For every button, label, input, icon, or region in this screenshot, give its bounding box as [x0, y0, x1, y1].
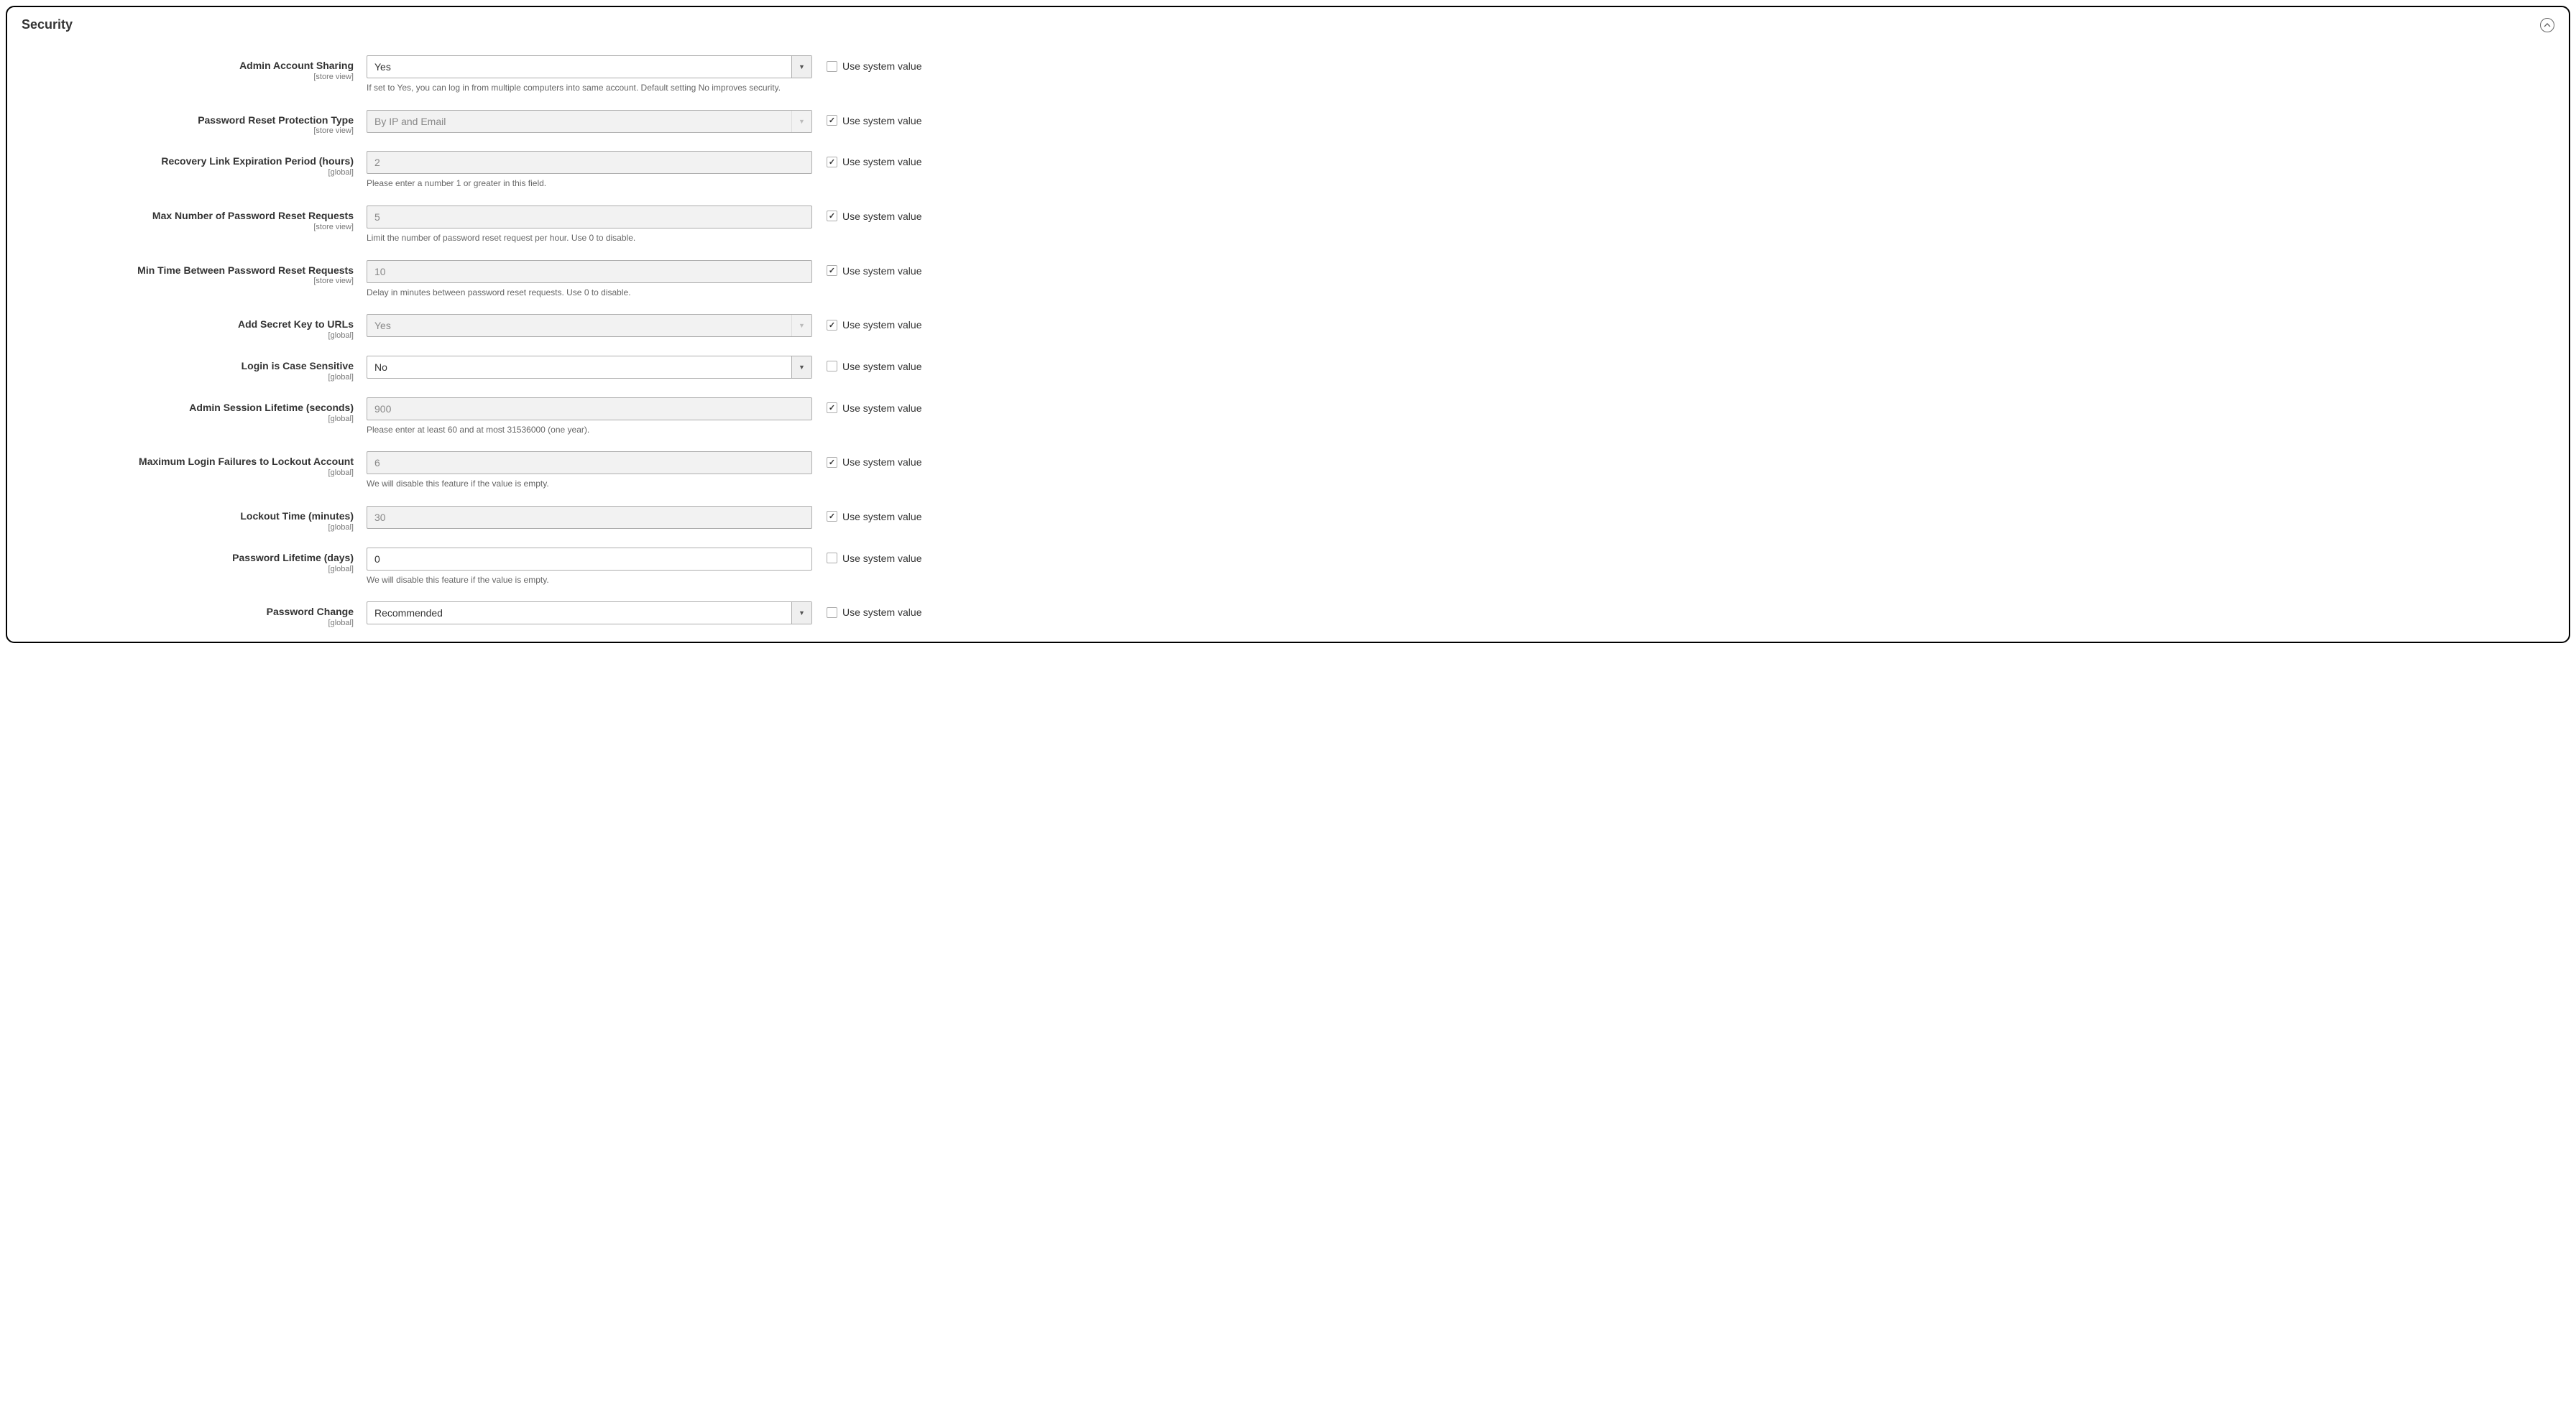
use-system-value-label: Use system value — [842, 156, 921, 167]
use-system-value-label: Use system value — [842, 115, 921, 126]
min-time-between-pw-reset-input: 10 — [367, 260, 812, 283]
use-system-value-checkbox[interactable] — [827, 457, 837, 468]
admin-account-sharing-select[interactable]: Yes ▼ — [367, 55, 812, 78]
row-min-time-between-pw-reset: Min Time Between Password Reset Requests… — [22, 260, 2554, 299]
use-system-value-checkbox[interactable] — [827, 511, 837, 522]
field-scope: [global] — [22, 523, 354, 532]
help-text: We will disable this feature if the valu… — [367, 479, 812, 490]
field-scope: [global] — [22, 565, 354, 573]
field-scope: [global] — [22, 331, 354, 340]
field-label: Add Secret Key to URLs — [22, 318, 354, 331]
field-label: Admin Account Sharing — [22, 60, 354, 72]
help-text: Please enter at least 60 and at most 315… — [367, 425, 812, 436]
field-scope: [store view] — [22, 126, 354, 135]
field-scope: [store view] — [22, 223, 354, 231]
lockout-time-input: 30 — [367, 506, 812, 529]
row-pw-reset-protection: Password Reset Protection Type [store vi… — [22, 110, 2554, 136]
help-text: Delay in minutes between password reset … — [367, 287, 812, 299]
row-password-change: Password Change [global] Recommended ▼ U… — [22, 601, 2554, 627]
recovery-link-exp-input: 2 — [367, 151, 812, 174]
row-lockout-time: Lockout Time (minutes) [global] 30 Use s… — [22, 506, 2554, 532]
use-system-value-checkbox[interactable] — [827, 211, 837, 221]
use-system-value-checkbox[interactable] — [827, 157, 837, 167]
field-scope: [global] — [22, 468, 354, 477]
field-scope: [global] — [22, 168, 354, 177]
max-pw-reset-requests-input: 5 — [367, 206, 812, 228]
field-scope: [global] — [22, 415, 354, 423]
row-login-case-sensitive: Login is Case Sensitive [global] No ▼ Us… — [22, 356, 2554, 382]
login-case-sensitive-select[interactable]: No ▼ — [367, 356, 812, 379]
chevron-down-icon: ▼ — [791, 602, 811, 624]
field-label: Login is Case Sensitive — [22, 360, 354, 372]
pw-reset-protection-select: By IP and Email ▼ — [367, 110, 812, 133]
add-secret-key-select: Yes ▼ — [367, 314, 812, 337]
panel-title: Security — [22, 17, 73, 32]
use-system-value-checkbox[interactable] — [827, 320, 837, 331]
row-admin-account-sharing: Admin Account Sharing [store view] Yes ▼… — [22, 55, 2554, 94]
field-label: Max Number of Password Reset Requests — [22, 210, 354, 222]
password-lifetime-input[interactable]: 0 — [367, 548, 812, 571]
chevron-down-icon: ▼ — [791, 56, 811, 78]
password-change-select[interactable]: Recommended ▼ — [367, 601, 812, 624]
use-system-value-checkbox[interactable] — [827, 61, 837, 72]
row-add-secret-key: Add Secret Key to URLs [global] Yes ▼ Us… — [22, 314, 2554, 340]
use-system-value-checkbox[interactable] — [827, 402, 837, 413]
field-scope: [global] — [22, 373, 354, 382]
use-system-value-label: Use system value — [842, 511, 921, 522]
use-system-value-checkbox[interactable] — [827, 265, 837, 276]
use-system-value-label: Use system value — [842, 402, 921, 414]
row-password-lifetime: Password Lifetime (days) [global] 0 We w… — [22, 548, 2554, 586]
field-label: Admin Session Lifetime (seconds) — [22, 402, 354, 414]
use-system-value-checkbox[interactable] — [827, 553, 837, 563]
field-label: Password Change — [22, 606, 354, 618]
help-text: Limit the number of password reset reque… — [367, 233, 812, 244]
chevron-down-icon: ▼ — [791, 111, 811, 132]
field-label: Password Lifetime (days) — [22, 552, 354, 564]
use-system-value-checkbox[interactable] — [827, 361, 837, 371]
security-panel: Security Admin Account Sharing [store vi… — [6, 6, 2570, 643]
field-scope: [store view] — [22, 73, 354, 81]
use-system-value-label: Use system value — [842, 456, 921, 468]
field-scope: [global] — [22, 619, 354, 627]
field-label: Min Time Between Password Reset Requests — [22, 264, 354, 277]
session-lifetime-input: 900 — [367, 397, 812, 420]
panel-header: Security — [22, 17, 2554, 32]
use-system-value-label: Use system value — [842, 553, 921, 564]
row-max-pw-reset-requests: Max Number of Password Reset Requests [s… — [22, 206, 2554, 244]
use-system-value-checkbox[interactable] — [827, 115, 837, 126]
max-login-failures-input: 6 — [367, 451, 812, 474]
field-scope: [store view] — [22, 277, 354, 285]
chevron-down-icon: ▼ — [791, 315, 811, 336]
use-system-value-checkbox[interactable] — [827, 607, 837, 618]
use-system-value-label: Use system value — [842, 606, 921, 618]
use-system-value-label: Use system value — [842, 60, 921, 72]
field-label: Maximum Login Failures to Lockout Accoun… — [22, 456, 354, 468]
help-text: Please enter a number 1 or greater in th… — [367, 178, 812, 190]
field-label: Password Reset Protection Type — [22, 114, 354, 126]
field-label: Recovery Link Expiration Period (hours) — [22, 155, 354, 167]
use-system-value-label: Use system value — [842, 265, 921, 277]
row-recovery-link-exp: Recovery Link Expiration Period (hours) … — [22, 151, 2554, 190]
field-label: Lockout Time (minutes) — [22, 510, 354, 522]
help-text: If set to Yes, you can log in from multi… — [367, 83, 812, 94]
use-system-value-label: Use system value — [842, 361, 921, 372]
chevron-down-icon: ▼ — [791, 356, 811, 378]
use-system-value-label: Use system value — [842, 211, 921, 222]
collapse-icon[interactable] — [2540, 18, 2554, 32]
row-max-login-failures: Maximum Login Failures to Lockout Accoun… — [22, 451, 2554, 490]
use-system-value-label: Use system value — [842, 319, 921, 331]
row-session-lifetime: Admin Session Lifetime (seconds) [global… — [22, 397, 2554, 436]
help-text: We will disable this feature if the valu… — [367, 575, 812, 586]
